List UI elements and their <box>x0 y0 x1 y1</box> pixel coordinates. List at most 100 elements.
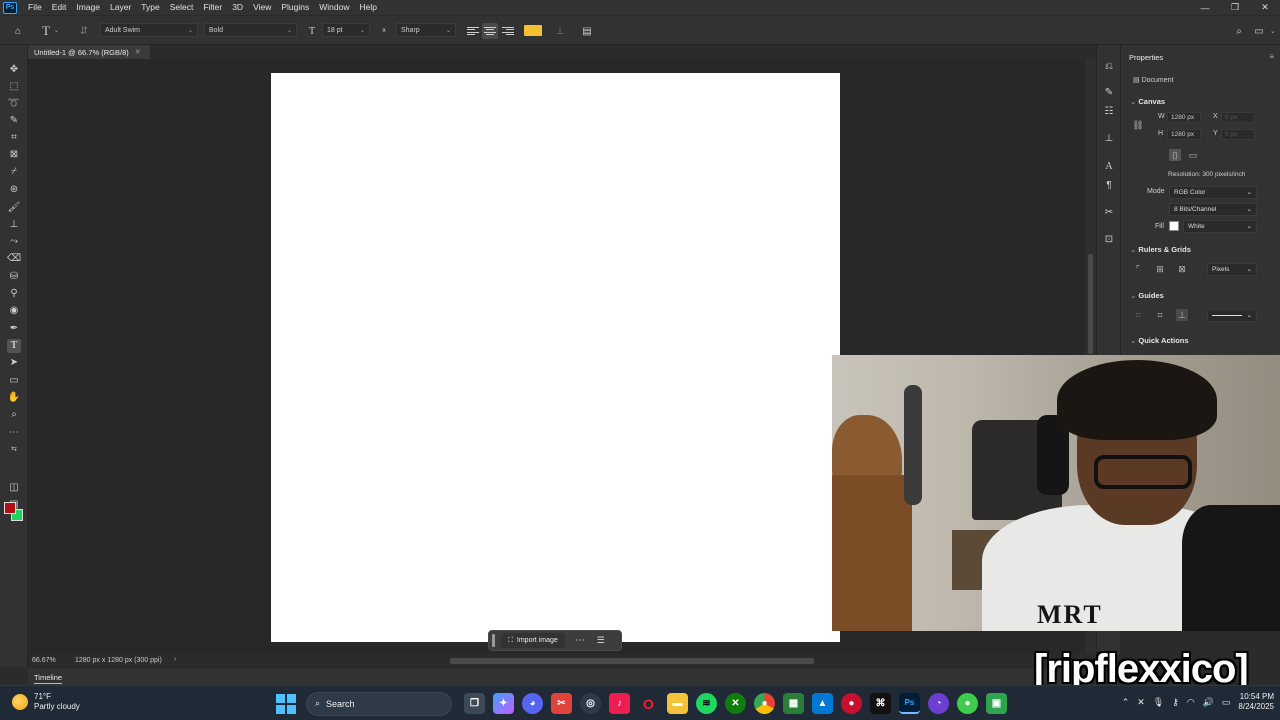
minimize-icon[interactable]: — <box>1190 0 1220 15</box>
more-options-icon[interactable]: ⋯ <box>575 635 585 646</box>
properties-tab[interactable]: Properties <box>1121 51 1181 65</box>
photoshop-taskbar-icon[interactable]: Ps <box>899 693 920 714</box>
move-tool-icon[interactable]: ✥ <box>7 63 21 77</box>
width-input[interactable]: 1280 px <box>1167 112 1201 123</box>
windows-start-icon[interactable] <box>276 693 296 714</box>
anti-alias-select[interactable]: Sharp ⌄ <box>396 23 456 37</box>
new-guide-icon[interactable]: ⌗ <box>1154 309 1166 321</box>
close-icon[interactable]: ✕ <box>1250 0 1280 15</box>
lasso-tool-icon[interactable]: ➰ <box>7 97 21 111</box>
frame-tool-icon[interactable]: ⊠ <box>7 148 21 162</box>
scroll-thumb[interactable] <box>1088 254 1093 354</box>
foreground-color-swatch[interactable] <box>4 502 16 514</box>
quick-mask-icon[interactable]: ◫ <box>7 481 21 495</box>
capcut-icon[interactable]: ⌘ <box>870 693 891 714</box>
close-icon[interactable]: ✕ <box>135 48 141 56</box>
guide-style-select[interactable]: ⌄ <box>1207 309 1257 322</box>
marquee-tool-icon[interactable]: ⬚ <box>7 80 21 94</box>
volume-icon[interactable]: 🔊 <box>1203 697 1214 708</box>
fill-swatch[interactable] <box>1169 221 1179 231</box>
import-image-button[interactable]: ⛶ Import image <box>501 633 565 648</box>
spotify-icon[interactable]: ≋ <box>696 693 717 714</box>
units-select[interactable]: Pixels ⌄ <box>1207 263 1257 276</box>
clear-guides-icon[interactable]: ⌗ <box>1132 309 1144 321</box>
align-left-button[interactable] <box>465 23 481 39</box>
game-launcher-icon[interactable]: ▦ <box>783 693 804 714</box>
horizontal-scrollbar[interactable] <box>190 656 1085 666</box>
fill-select[interactable]: White ⌄ <box>1183 220 1257 233</box>
menu-plugins[interactable]: Plugins <box>276 0 314 15</box>
link-icon[interactable]: ⛓ <box>1132 119 1144 131</box>
stamp-icon[interactable]: ⊥ <box>1102 131 1116 145</box>
battery-icon[interactable]: ▭ <box>1222 697 1231 708</box>
snipping-tool-icon[interactable]: ✂ <box>551 693 572 714</box>
crop-tool-icon[interactable]: ⌗ <box>7 131 21 145</box>
chrome-icon[interactable]: ● <box>754 693 775 714</box>
discord-icon[interactable]: ◕ <box>522 693 543 714</box>
history-icon[interactable]: ⎌ <box>1102 59 1116 73</box>
workspace-chevron-icon[interactable]: ⌄ <box>1270 23 1276 38</box>
rulers-icon[interactable]: ⌜ <box>1132 263 1144 275</box>
y-input[interactable]: 0 px <box>1221 129 1255 140</box>
messenger-icon[interactable]: ◔ <box>928 693 949 714</box>
healing-brush-tool-icon[interactable]: ⊛ <box>7 183 21 197</box>
libraries-icon[interactable]: ⊡ <box>1102 232 1116 246</box>
dodge-tool-icon[interactable]: ⚲ <box>7 287 21 301</box>
scroll-thumb[interactable] <box>450 658 814 664</box>
panel-menu-icon[interactable]: ≡ <box>1269 52 1274 61</box>
zoom-tool-icon[interactable]: ⌕ <box>7 408 21 422</box>
document-tab[interactable]: Untitled-1 @ 66.7% (RGB/8) ✕ <box>28 45 150 59</box>
align-right-button[interactable] <box>500 23 516 39</box>
taskbar-search[interactable]: ⌕ Search <box>306 691 452 716</box>
workspace-icon[interactable]: ▭ <box>1251 23 1267 39</box>
menu-window[interactable]: Window <box>314 0 354 15</box>
brush-tool-icon[interactable]: 🖌 <box>7 201 21 215</box>
rulers-grids-section-header[interactable]: Rulers & Grids <box>1130 245 1191 254</box>
bluetooth-icon[interactable]: ⚷ <box>1172 697 1179 708</box>
brush-settings-icon[interactable]: ✎ <box>1102 85 1116 99</box>
type-tool-icon[interactable]: T <box>7 339 21 353</box>
blur-tool-icon[interactable]: ◉ <box>7 304 21 318</box>
tiktok-icon[interactable]: ♪ <box>609 693 630 714</box>
grid-icon[interactable]: ⊞ <box>1154 263 1166 275</box>
document-canvas[interactable] <box>271 73 840 642</box>
hand-tool-icon[interactable]: ✋ <box>7 391 21 405</box>
copilot-icon[interactable]: ✦ <box>493 693 514 714</box>
warp-text-icon[interactable]: ⊥ <box>552 23 568 39</box>
new-guide-layout-icon[interactable]: ⊥ <box>1176 309 1188 321</box>
menu-edit[interactable]: Edit <box>47 0 72 15</box>
obs-icon[interactable]: ◎ <box>580 693 601 714</box>
history-brush-tool-icon[interactable]: ⤳ <box>7 235 21 249</box>
canvas-section-header[interactable]: Canvas <box>1130 97 1165 106</box>
adjustments-icon[interactable]: ☷ <box>1102 104 1116 118</box>
font-family-select[interactable]: Adult Swim ⌄ <box>100 23 198 37</box>
zoom-level[interactable]: 66.67% <box>32 657 56 664</box>
red-app-icon[interactable]: ● <box>841 693 862 714</box>
weather-widget[interactable]: 71°F Partly cloudy <box>12 692 80 712</box>
home-icon[interactable]: ⌂ <box>10 23 26 39</box>
clone-stamp-tool-icon[interactable]: ⊥ <box>7 218 21 232</box>
clock[interactable]: 10:54 PM 8/24/2025 <box>1238 692 1274 712</box>
eraser-tool-icon[interactable]: ⌫ <box>7 252 21 266</box>
menu-type[interactable]: Type <box>136 0 164 15</box>
font-style-select[interactable]: Bold ⌄ <box>204 23 297 37</box>
path-select-tool-icon[interactable]: ➤ <box>7 356 21 370</box>
font-size-select[interactable]: 18 pt ⌄ <box>322 23 370 37</box>
settings-sliders-icon[interactable]: ☰ <box>597 635 605 646</box>
menu-view[interactable]: View <box>248 0 276 15</box>
chat-icon[interactable]: ● <box>957 693 978 714</box>
x-input[interactable]: 0 px <box>1221 112 1255 123</box>
character-panel-icon[interactable]: ▤ <box>579 23 595 39</box>
menu-layer[interactable]: Layer <box>105 0 136 15</box>
align-center-button[interactable] <box>482 23 498 39</box>
task-view-icon[interactable]: ❐ <box>464 693 485 714</box>
rectangle-tool-icon[interactable]: ▭ <box>7 374 21 388</box>
restore-icon[interactable]: ❐ <box>1220 0 1250 15</box>
menu-select[interactable]: Select <box>165 0 199 15</box>
drag-handle[interactable] <box>492 634 495 647</box>
menu-3d[interactable]: 3D <box>227 0 248 15</box>
mode-select[interactable]: RGB Color ⌄ <box>1169 186 1257 199</box>
timeline-tab[interactable]: Timeline <box>34 673 63 684</box>
tools-icon[interactable]: ✂ <box>1102 205 1116 219</box>
wifi-icon[interactable]: ◠ <box>1187 697 1195 708</box>
